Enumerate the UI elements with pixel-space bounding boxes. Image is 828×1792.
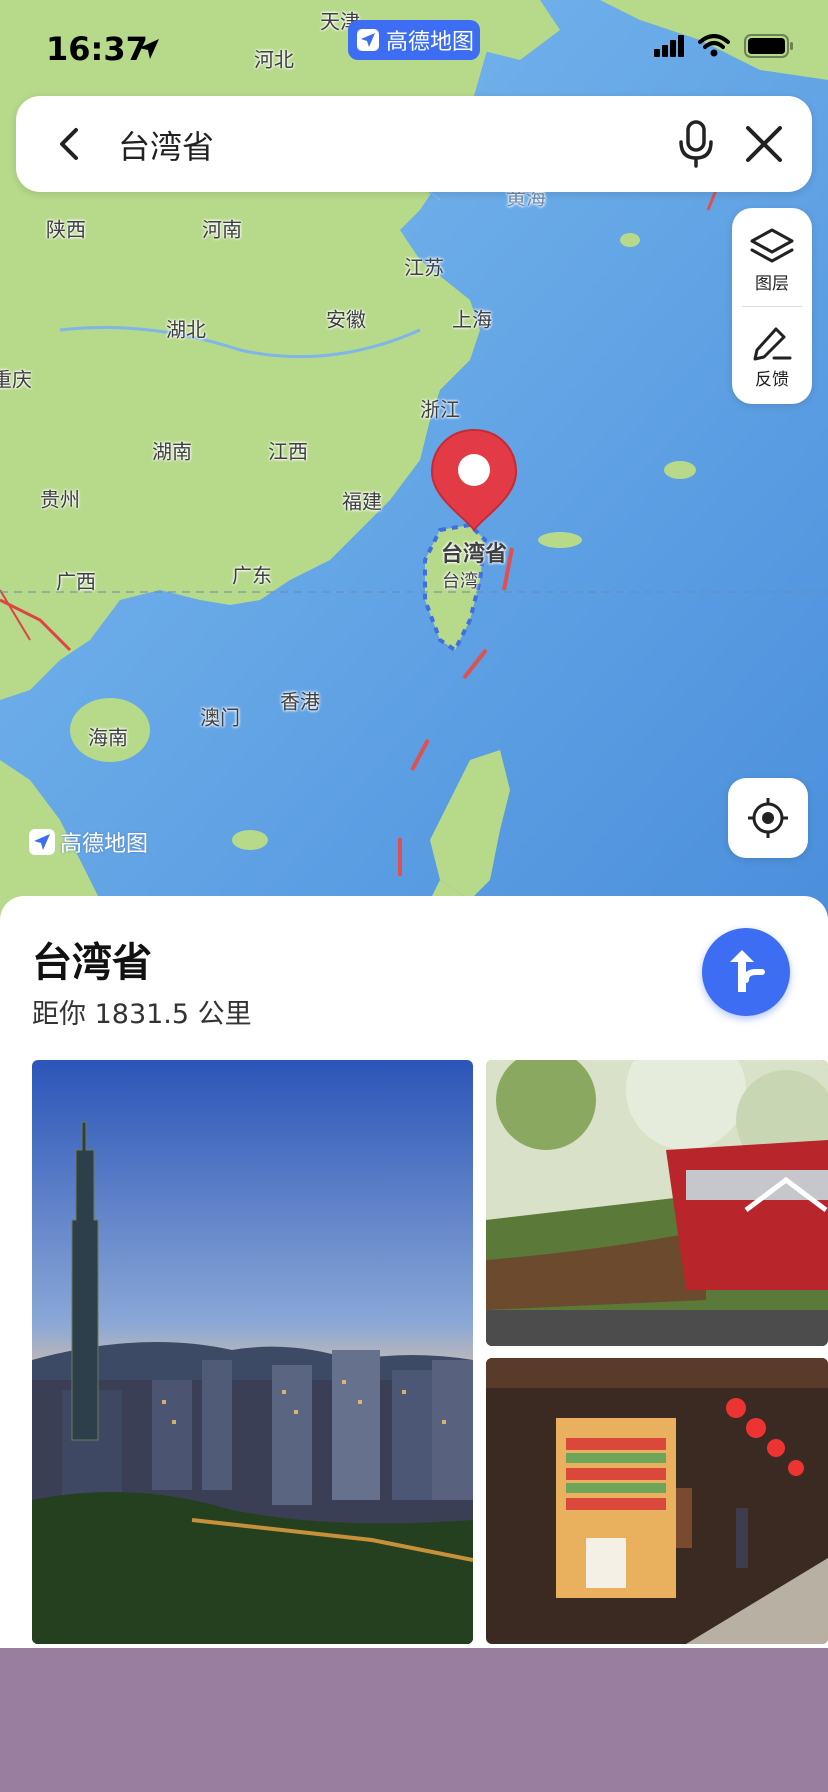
- wifi-icon: [698, 34, 730, 57]
- amap-logo-icon: [29, 829, 55, 855]
- map-label-taiwan: 台湾: [442, 571, 478, 592]
- map-logo: 高德地图: [28, 826, 148, 858]
- microphone-icon[interactable]: [666, 114, 726, 174]
- map-label-guizhou: 贵州: [40, 487, 80, 512]
- paper-plane-icon: [357, 29, 379, 51]
- map-label-jiangxi: 江西: [268, 439, 308, 464]
- app-return-badge[interactable]: 高德地图: [348, 20, 480, 60]
- map-marker-label: 台湾省: [440, 542, 508, 567]
- map-label-hubei: 湖北: [166, 317, 206, 342]
- location-arrow-icon: [139, 39, 159, 59]
- status-time: 16:37: [46, 30, 148, 68]
- place-detail-sheet[interactable]: 台湾省 距你 1831.5 公里: [0, 896, 828, 1648]
- map-label-guangdong: 广东: [232, 563, 272, 588]
- photo-forest-train[interactable]: [486, 1060, 828, 1346]
- photo-city-skyline[interactable]: [32, 1060, 473, 1644]
- crosshair-icon: [748, 798, 788, 838]
- photo-old-street-market[interactable]: [486, 1358, 828, 1644]
- map-label-hongkong: 香港: [280, 689, 320, 714]
- app-badge-label: 高德地图: [386, 30, 475, 55]
- search-bar[interactable]: 台湾省: [16, 96, 812, 192]
- feedback-button[interactable]: 反馈: [732, 308, 812, 404]
- old-street-image: [486, 1358, 828, 1644]
- signal-icon: [654, 35, 684, 57]
- map-label-henan: 河南: [202, 217, 242, 242]
- route-button[interactable]: [702, 928, 790, 1016]
- route-arrow-icon: [730, 950, 765, 992]
- map-logo-text: 高德地图: [60, 832, 149, 857]
- city-skyline-image: [32, 1060, 473, 1644]
- map-label-anhui: 安徽: [326, 307, 366, 332]
- close-icon[interactable]: [738, 118, 790, 170]
- status-icons: [654, 34, 794, 58]
- map-label-fujian: 福建: [342, 489, 382, 514]
- status-bar: 16:37 高德地图: [0, 0, 828, 96]
- location-pin-icon[interactable]: [428, 426, 520, 534]
- edit-pencil-icon: [753, 327, 792, 360]
- search-input[interactable]: 台湾省: [118, 122, 214, 168]
- divider: [742, 306, 802, 307]
- map-label-hunan: 湖南: [152, 439, 192, 464]
- map-label-zhejiang: 浙江: [420, 397, 460, 422]
- place-distance: 距你 1831.5 公里: [32, 999, 252, 1030]
- locate-me-button[interactable]: [728, 778, 808, 858]
- map-view[interactable]: 天津 河北 陕西 河南 黄海 江苏 安徽 上海 湖北 重庆 浙江 湖南 江西 贵…: [0, 0, 828, 920]
- map-label-jiangsu: 江苏: [404, 255, 444, 280]
- map-label-shanghai: 上海: [452, 307, 492, 332]
- map-tools-panel: 图层 反馈: [732, 208, 812, 404]
- layers-label: 图层: [755, 273, 789, 294]
- map-label-chongqing: 重庆: [0, 367, 32, 392]
- map-label-hainan: 海南: [88, 725, 128, 750]
- map-label-macau: 澳门: [200, 705, 240, 730]
- feedback-label: 反馈: [755, 369, 789, 390]
- back-icon[interactable]: [46, 120, 94, 168]
- map-label-shaanxi: 陕西: [46, 217, 86, 242]
- layers-icon: [750, 228, 794, 262]
- battery-icon: [744, 34, 793, 58]
- place-title: 台湾省: [32, 940, 152, 986]
- forest-train-image: [486, 1060, 828, 1346]
- bottom-overlay: [0, 1648, 828, 1792]
- map-label-guangxi: 广西: [56, 569, 96, 594]
- layers-button[interactable]: 图层: [732, 212, 812, 308]
